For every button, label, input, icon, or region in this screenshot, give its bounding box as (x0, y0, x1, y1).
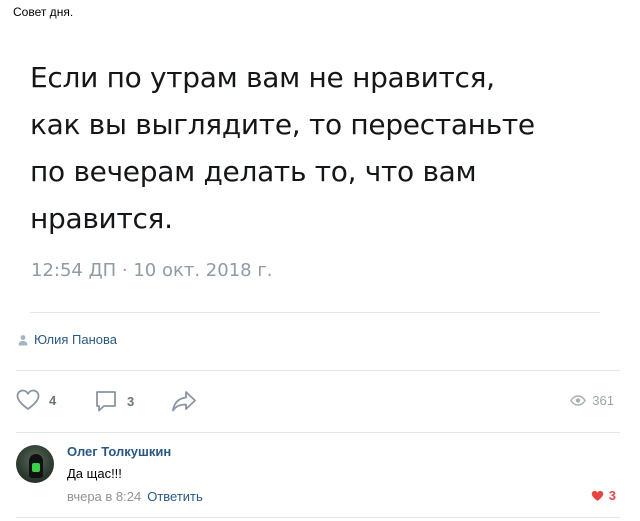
post-actions: 4 3 361 (16, 389, 620, 417)
like-button[interactable]: 4 (16, 389, 56, 411)
avatar-highlight (32, 463, 40, 472)
user-icon (18, 334, 28, 345)
avatar[interactable] (16, 445, 54, 483)
comment-like-count: 3 (608, 488, 616, 503)
tweet-line: как вы выглядите, то перестаньте (30, 108, 535, 141)
heart-icon (16, 389, 40, 410)
comment-like-button[interactable]: 3 (591, 488, 616, 503)
comment-author[interactable]: Олег Толкушкин (67, 444, 171, 459)
caption-text: Совет дня. (13, 5, 74, 19)
divider (16, 432, 620, 433)
author-name: Юлия Панова (34, 332, 118, 347)
comment-text: Да щас!!! (67, 466, 122, 481)
tweet-text: Если по утрам вам не нравится, как вы вы… (30, 54, 620, 242)
comment-item: Олег Толкушкин Да щас!!! вчера в 8:24 Отв… (16, 444, 626, 510)
tweet-timestamp: 12:54 ДП · 10 окт. 2018 г. (31, 260, 273, 281)
comment-button[interactable]: 3 (94, 389, 134, 413)
comment-meta: вчера в 8:24 Ответить (67, 489, 203, 504)
tweet-line: нравится. (30, 202, 173, 235)
post-author[interactable]: Юлия Панова (18, 332, 117, 347)
reply-link[interactable]: Ответить (147, 489, 203, 504)
share-button[interactable] (171, 389, 197, 413)
eye-icon (570, 395, 587, 406)
divider (16, 370, 620, 371)
heart-icon (591, 490, 603, 501)
share-icon (172, 391, 196, 412)
tweet-line: по вечерам делать то, что вам (30, 155, 477, 188)
view-counter: 361 (570, 393, 614, 408)
comment-icon (96, 391, 116, 412)
like-count: 4 (49, 392, 57, 408)
view-count: 361 (592, 393, 614, 408)
comment-time[interactable]: вчера в 8:24 (67, 489, 141, 504)
divider (16, 517, 620, 518)
tweet-line: Если по утрам вам не нравится, (30, 61, 495, 94)
divider (30, 312, 600, 313)
comment-count: 3 (127, 393, 135, 409)
